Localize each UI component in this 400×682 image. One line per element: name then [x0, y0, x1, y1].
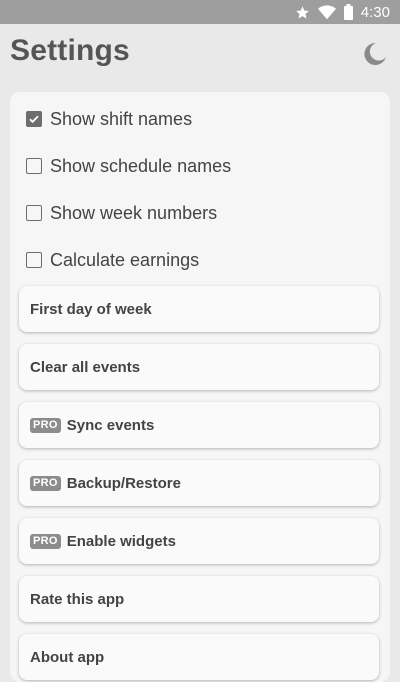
first-day-of-week-item[interactable]: First day of week	[19, 286, 379, 332]
settings-card: Show shift names Show schedule names Sho…	[10, 92, 390, 682]
item-label: Sync events	[66, 416, 155, 434]
pro-badge: PRO	[30, 475, 61, 491]
page-title: Settings	[10, 34, 130, 67]
checkbox-calculate-earnings[interactable]: Calculate earnings	[26, 245, 199, 275]
wifi-icon	[317, 4, 336, 19]
rate-this-app-item[interactable]: Rate this app	[19, 576, 379, 622]
item-label: First day of week	[30, 300, 152, 318]
item-label: About app	[30, 648, 105, 666]
pro-badge: PRO	[30, 417, 61, 433]
star-icon	[296, 5, 309, 18]
checkbox-box[interactable]	[26, 111, 42, 127]
checkmark-icon	[29, 115, 39, 124]
item-label: Clear all events	[30, 358, 141, 376]
checkbox-show-shift-names[interactable]: Show shift names	[26, 104, 192, 134]
item-label: Enable widgets	[66, 532, 176, 550]
checkbox-box[interactable]	[26, 158, 42, 174]
pro-badge: PRO	[30, 533, 61, 549]
status-bar: 4:30	[0, 0, 400, 24]
battery-icon	[343, 4, 353, 20]
sync-events-item[interactable]: PRO Sync events	[19, 402, 379, 448]
clear-all-events-item[interactable]: Clear all events	[19, 344, 379, 390]
item-label: Rate this app	[30, 590, 125, 608]
moon-icon[interactable]	[362, 41, 388, 67]
checkbox-label: Show shift names	[50, 108, 193, 129]
checkbox-label: Calculate earnings	[50, 249, 200, 270]
checkbox-box[interactable]	[26, 252, 42, 268]
item-label: Backup/Restore	[66, 474, 181, 492]
checkbox-show-schedule-names[interactable]: Show schedule names	[26, 151, 231, 181]
backup-restore-item[interactable]: PRO Backup/Restore	[19, 460, 379, 506]
about-app-item[interactable]: About app	[19, 634, 379, 680]
clock: 4:30	[360, 3, 390, 21]
enable-widgets-item[interactable]: PRO Enable widgets	[19, 518, 379, 564]
checkbox-label: Show week numbers	[50, 202, 218, 223]
checkbox-show-week-numbers[interactable]: Show week numbers	[26, 198, 217, 228]
checkbox-box[interactable]	[26, 205, 42, 221]
checkbox-label: Show schedule names	[50, 155, 232, 176]
app-bar: Settings	[0, 24, 400, 82]
